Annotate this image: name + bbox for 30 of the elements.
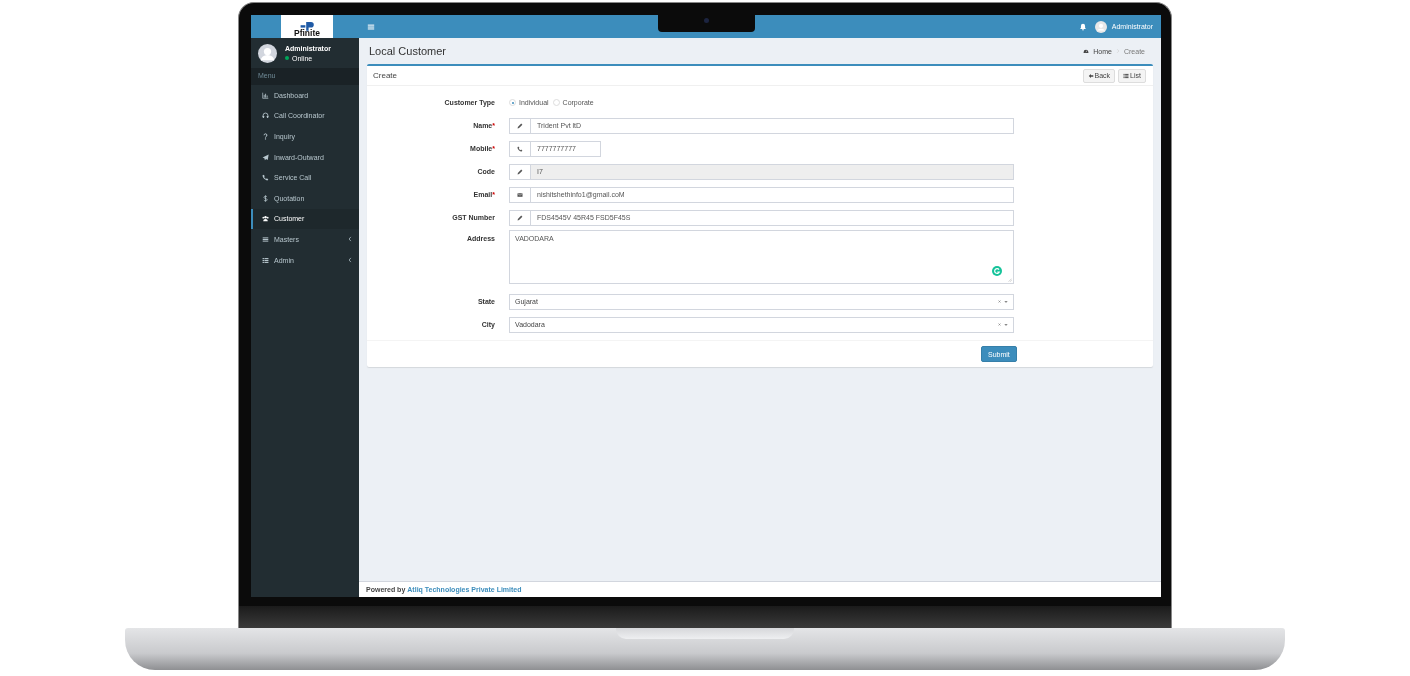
paper-plane-icon (262, 153, 269, 161)
envelope-icon (517, 191, 523, 198)
question-icon (262, 133, 269, 140)
users-icon (262, 215, 269, 223)
grammar-badge-icon[interactable] (992, 266, 1002, 276)
clear-icon[interactable] (998, 323, 1001, 326)
menu-icon[interactable] (367, 22, 375, 31)
list-icon (1123, 72, 1130, 79)
headset-icon (262, 112, 269, 120)
dollar-icon (262, 194, 269, 202)
page-title: Local Customer (369, 45, 447, 57)
brand-name: Pfinite (294, 28, 320, 38)
menu-list-icon (262, 235, 269, 243)
clear-icon[interactable] (998, 300, 1001, 303)
avatar-icon (258, 43, 277, 63)
phone-icon (262, 174, 269, 182)
pencil-icon (517, 168, 523, 175)
pencil-icon (517, 122, 523, 129)
arrow-left-icon (1087, 72, 1094, 79)
list-icon (262, 256, 269, 264)
bar-chart-icon (262, 91, 269, 99)
card-title: Create (373, 71, 397, 80)
status-dot-icon (285, 56, 289, 60)
dashboard-icon (1083, 48, 1090, 54)
resize-grip-icon[interactable] (1008, 278, 1012, 282)
phone-icon (517, 145, 523, 152)
avatar-icon[interactable] (1094, 20, 1107, 33)
pencil-icon (517, 214, 523, 221)
logo-icon (299, 20, 315, 31)
bell-icon[interactable] (1078, 22, 1087, 31)
